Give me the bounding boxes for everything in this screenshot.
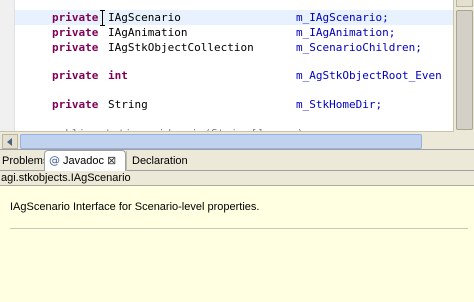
scrollbar-corner: [454, 131, 474, 149]
code-line[interactable]: private int m_AgStkObjectRoot_Even: [52, 68, 442, 83]
text-cursor-icon: [100, 10, 105, 26]
field-name: m_IAgAnimation;: [296, 26, 396, 39]
javadoc-title: agi.stkobjects.IAgScenario: [0, 171, 474, 186]
vertical-scroll-thumb[interactable]: [456, 10, 473, 130]
keyword: private: [52, 69, 99, 82]
javadoc-content: IAgScenario Interface for Scenario-level…: [0, 186, 474, 302]
code-line[interactable]: private IAgScenario m_IAgScenario;: [52, 10, 389, 25]
field-name: m_IAgScenario;: [296, 11, 389, 24]
view-tab-bar: Problems @ Javadoc ⊠ Declaration: [0, 149, 474, 172]
keyword: private: [52, 11, 99, 24]
scroll-up-arrow-icon[interactable]: [456, 0, 473, 7]
keyword: private: [52, 26, 99, 39]
editor-left-ruler: [0, 0, 15, 131]
scroll-left-arrow-icon[interactable]: [2, 134, 18, 149]
tab-javadoc[interactable]: @ Javadoc ⊠: [44, 150, 126, 172]
type-name: int: [108, 69, 128, 82]
type-name: IAgScenario: [108, 11, 181, 24]
type-name: IAgAnimation: [108, 26, 188, 39]
horizontal-scrollbar[interactable]: [0, 131, 454, 149]
field-name: m_ScenarioChildren;: [296, 41, 422, 54]
field-name: m_AgStkObjectRoot_Even: [296, 69, 442, 82]
close-icon[interactable]: ⊠: [107, 151, 116, 171]
field-name: m_StkHomeDir;: [296, 98, 383, 111]
javadoc-at-icon: @: [49, 154, 60, 167]
keyword: private: [52, 98, 99, 111]
divider: [10, 228, 468, 229]
code-line[interactable]: private IAgAnimation m_IAgAnimation;: [52, 25, 395, 40]
tab-javadoc-label: Javadoc: [63, 155, 104, 167]
code-editor[interactable]: private IAgScenario m_IAgScenario; priva…: [0, 0, 474, 149]
tab-declaration[interactable]: Declaration: [126, 151, 192, 171]
code-line[interactable]: private String m_StkHomeDir;: [52, 97, 382, 112]
keyword: private: [52, 41, 99, 54]
javadoc-description: IAgScenario Interface for Scenario-level…: [10, 201, 260, 213]
vertical-scrollbar[interactable]: [453, 0, 474, 149]
horizontal-scroll-thumb[interactable]: [20, 134, 422, 149]
code-line[interactable]: private IAgStkObjectCollection m_Scenari…: [52, 40, 422, 55]
javadoc-view: Problems @ Javadoc ⊠ Declaration agi.stk…: [0, 149, 474, 302]
type-name: IAgStkObjectCollection: [108, 41, 254, 54]
type-name: String: [108, 98, 148, 111]
tab-problems[interactable]: Problems: [2, 151, 48, 171]
